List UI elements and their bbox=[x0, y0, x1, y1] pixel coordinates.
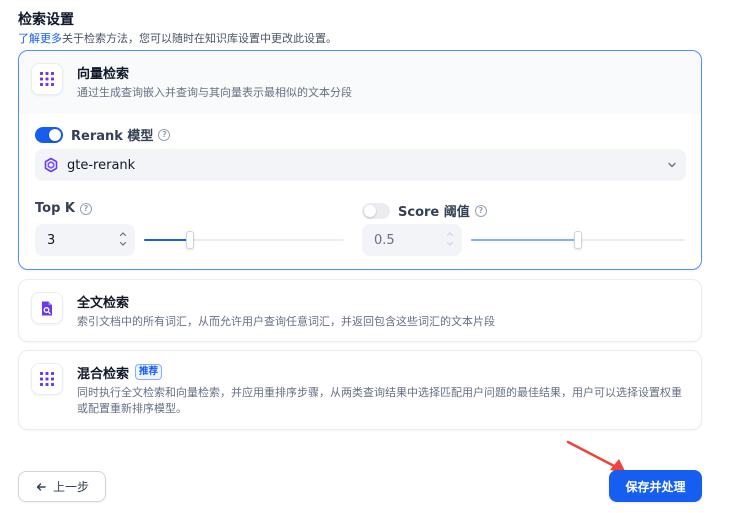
rerank-help-icon[interactable]: ? bbox=[158, 128, 171, 141]
hybrid-search-title-row: 混合检索 推荐 bbox=[77, 363, 689, 382]
hybrid-search-title: 混合检索 bbox=[77, 366, 130, 382]
score-threshold-label-row: Score 阈值 ? bbox=[362, 201, 487, 220]
rerank-toggle[interactable] bbox=[35, 126, 63, 143]
section-title: 检索设置 bbox=[18, 12, 74, 28]
hybrid-search-card[interactable]: 混合检索 推荐 同时执行全文检索和向量检索，并应用重排序步骤，从两类查询结果中选… bbox=[18, 350, 702, 430]
score-threshold-help-icon[interactable]: ? bbox=[474, 204, 487, 217]
vector-search-card[interactable]: 向量检索 通过生成查询嵌入并查询与其向量表示最相似的文本分段 Rerank 模型… bbox=[18, 50, 702, 270]
top-k-slider-thumb[interactable] bbox=[186, 231, 194, 249]
back-button[interactable]: 上一步 bbox=[18, 471, 106, 502]
vector-search-title: 向量检索 bbox=[77, 66, 130, 82]
top-k-label: Top K bbox=[35, 201, 75, 216]
hybrid-search-header[interactable]: 混合检索 推荐 同时执行全文检索和向量检索，并应用重排序步骤，从两类查询结果中选… bbox=[19, 351, 701, 429]
top-k-stepper[interactable]: 3 bbox=[35, 224, 135, 256]
full-text-search-title: 全文检索 bbox=[77, 295, 130, 311]
score-threshold-toggle[interactable] bbox=[362, 202, 390, 219]
score-threshold-stepper[interactable]: 0.5 bbox=[362, 224, 462, 256]
top-k-slider-fill bbox=[144, 239, 190, 241]
vector-search-icon bbox=[31, 63, 63, 95]
full-text-search-desc: 索引文档中的所有词汇，从而允许用户查询任意词汇，并返回包含这些词汇的文本片段 bbox=[77, 315, 495, 328]
learn-more-link[interactable]: 了解更多 bbox=[18, 32, 62, 45]
section-description-text: 关于检索方法，您可以随时在知识库设置中更改此设置。 bbox=[62, 32, 337, 45]
arrow-left-icon bbox=[36, 482, 46, 491]
rerank-toggle-knob bbox=[49, 128, 61, 141]
recommended-badge: 推荐 bbox=[135, 364, 163, 380]
rerank-model-value: gte-rerank bbox=[67, 157, 136, 173]
top-k-label-row: Top K ? bbox=[35, 201, 92, 216]
stepper-down-icon[interactable] bbox=[446, 240, 454, 248]
score-threshold-slider[interactable] bbox=[471, 231, 685, 249]
hybrid-search-icon bbox=[31, 363, 63, 395]
vector-search-desc: 通过生成查询嵌入并查询与其向量表示最相似的文本分段 bbox=[77, 86, 352, 99]
top-k-slider[interactable] bbox=[144, 231, 344, 249]
stepper-up-icon[interactable] bbox=[446, 230, 454, 238]
stepper-up-icon[interactable] bbox=[119, 230, 127, 238]
score-threshold-value: 0.5 bbox=[374, 232, 395, 248]
save-and-process-button[interactable]: 保存并处理 bbox=[609, 470, 702, 502]
back-button-label: 上一步 bbox=[52, 480, 89, 494]
stepper-down-icon[interactable] bbox=[119, 240, 127, 248]
document-search-icon bbox=[31, 292, 63, 324]
model-provider-icon bbox=[44, 157, 58, 173]
score-threshold-slider-thumb[interactable] bbox=[574, 231, 582, 249]
top-k-value: 3 bbox=[47, 232, 56, 248]
hybrid-search-desc: 同时执行全文检索和向量检索，并应用重排序步骤，从两类查询结果中选择匹配用户问题的… bbox=[77, 386, 682, 415]
score-threshold-slider-fill bbox=[471, 239, 578, 241]
vector-search-header[interactable]: 向量检索 通过生成查询嵌入并查询与其向量表示最相似的文本分段 bbox=[19, 51, 701, 114]
rerank-label: Rerank 模型 bbox=[71, 129, 154, 144]
score-threshold-toggle-knob bbox=[364, 204, 376, 217]
score-threshold-label: Score 阈值 bbox=[398, 205, 470, 220]
section-description: 了解更多关于检索方法，您可以随时在知识库设置中更改此设置。 bbox=[18, 30, 337, 46]
full-text-search-header[interactable]: 全文检索 索引文档中的所有词汇，从而允许用户查询任意词汇，并返回包含这些词汇的文… bbox=[19, 280, 701, 342]
full-text-search-card[interactable]: 全文检索 索引文档中的所有词汇，从而允许用户查询任意词汇，并返回包含这些词汇的文… bbox=[18, 279, 702, 342]
rerank-model-select[interactable]: gte-rerank bbox=[35, 149, 686, 181]
top-k-help-icon[interactable]: ? bbox=[79, 202, 92, 215]
chevron-down-icon bbox=[668, 162, 676, 168]
rerank-row: Rerank 模型 ? bbox=[35, 125, 171, 144]
